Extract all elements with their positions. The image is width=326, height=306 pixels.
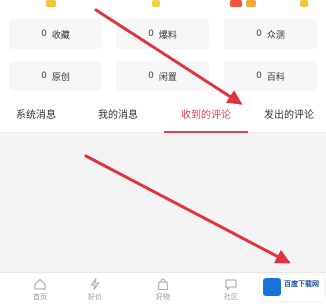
nav-label: 社区 — [224, 293, 238, 301]
nav-label: 好物 — [156, 293, 170, 301]
stat-deals[interactable]: 0 爆料 — [116, 19, 209, 49]
tab-received-comments[interactable]: 收到的评论 — [164, 98, 248, 133]
message-tabs: 系统消息 我的消息 收到的评论 发出的评论 — [0, 98, 326, 133]
lightning-icon — [90, 278, 100, 290]
stat-count: 0 — [256, 29, 262, 39]
decoration-icon — [300, 0, 308, 7]
stat-count: 0 — [41, 71, 47, 81]
watermark-badge: 百度下载网 — [260, 275, 324, 301]
bag-icon — [157, 278, 169, 291]
stats-grid: 0 收藏 0 爆料 0 众测 0 原创 0 闲置 0 百科 — [0, 12, 326, 98]
tab-my-messages[interactable]: 我的消息 — [88, 98, 148, 133]
nav-community[interactable]: 社区 — [211, 273, 251, 306]
stat-wiki[interactable]: 0 百科 — [224, 61, 317, 91]
active-tab-indicator — [164, 131, 248, 133]
stat-reviews[interactable]: 0 众测 — [224, 19, 317, 49]
home-icon — [34, 278, 46, 290]
nav-good-things[interactable]: 好物 — [143, 273, 183, 306]
tab-sent-comments[interactable]: 发出的评论 — [256, 98, 322, 133]
stat-idle[interactable]: 0 闲置 — [116, 61, 209, 91]
tab-system-messages[interactable]: 系统消息 — [6, 98, 66, 133]
stat-label: 闲置 — [158, 72, 177, 83]
stat-label: 百科 — [266, 72, 285, 83]
nav-label: 好价 — [88, 293, 102, 301]
stat-label: 众测 — [266, 30, 285, 41]
stat-count: 0 — [41, 29, 47, 39]
stat-count: 0 — [256, 71, 262, 81]
stat-label: 爆料 — [158, 30, 177, 41]
chat-icon — [225, 279, 237, 291]
stat-label: 收藏 — [51, 30, 70, 41]
comments-list-empty — [0, 134, 326, 272]
decoration-icon — [230, 0, 242, 7]
decoration-icon — [246, 0, 256, 7]
nav-good-price[interactable]: 好价 — [75, 273, 115, 306]
stat-label: 原创 — [51, 72, 70, 83]
stat-originals[interactable]: 0 原创 — [9, 61, 102, 91]
watermark-name: 百度下载网 — [284, 280, 319, 288]
screen: 0 收藏 0 爆料 0 众测 0 原创 0 闲置 0 百科 系统消息 我的消息 … — [0, 0, 326, 306]
top-decoration-strip — [0, 0, 326, 12]
decoration-icon — [152, 0, 160, 7]
decoration-icon — [46, 0, 56, 7]
watermark-logo — [263, 278, 281, 296]
stat-favorites[interactable]: 0 收藏 — [9, 19, 102, 49]
nav-home[interactable]: 首页 — [20, 273, 60, 306]
nav-label: 首页 — [33, 293, 47, 301]
stat-count: 0 — [148, 71, 154, 81]
stat-count: 0 — [148, 29, 154, 39]
